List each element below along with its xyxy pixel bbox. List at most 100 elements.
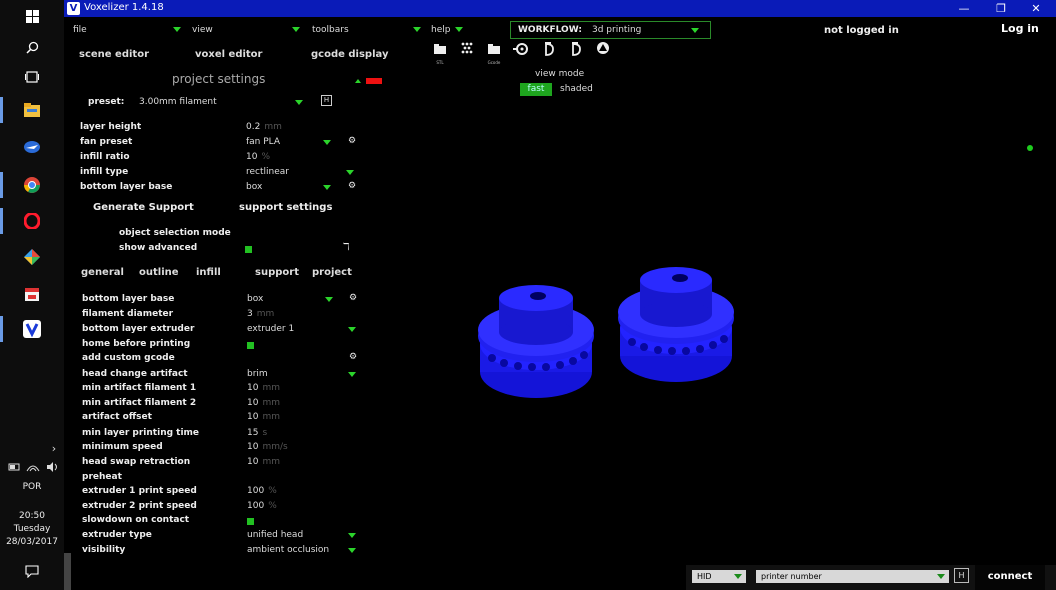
file-explorer-icon[interactable] bbox=[22, 100, 42, 120]
setting-value[interactable]: 10 mm bbox=[247, 383, 280, 393]
notification-icon[interactable] bbox=[22, 561, 42, 581]
view-mode-shaded-button[interactable]: shaded bbox=[560, 84, 593, 94]
gcode-import-icon[interactable]: Gcode bbox=[485, 42, 503, 65]
print-head-icon[interactable] bbox=[567, 42, 585, 60]
chrome-icon[interactable] bbox=[22, 175, 42, 195]
menu-view[interactable]: view bbox=[192, 25, 213, 35]
setting-value[interactable]: 10 mm bbox=[247, 412, 280, 422]
home-before-printing-checkbox[interactable] bbox=[247, 342, 254, 349]
connect-button[interactable]: connect bbox=[975, 565, 1045, 590]
voxelizer-taskbar-icon[interactable] bbox=[22, 319, 42, 339]
chevron-down-icon[interactable] bbox=[348, 548, 356, 553]
object-selection-mode-label[interactable]: object selection mode bbox=[119, 228, 231, 238]
view-mode-fast-button[interactable]: fast bbox=[520, 83, 552, 96]
setting-value[interactable]: extruder 1 bbox=[247, 324, 294, 334]
chevron-down-icon[interactable] bbox=[323, 185, 331, 190]
show-advanced-checkbox[interactable] bbox=[245, 246, 252, 253]
pin-icon[interactable]: ℸ bbox=[343, 242, 349, 253]
chevron-down-icon[interactable] bbox=[346, 170, 354, 175]
opera-icon[interactable] bbox=[22, 211, 42, 231]
shape-icon[interactable] bbox=[594, 42, 612, 60]
setting-value[interactable]: 15 s bbox=[247, 428, 267, 438]
tab-support[interactable]: support bbox=[255, 267, 299, 278]
tab-scene-editor[interactable]: scene editor bbox=[79, 49, 149, 60]
stl-import-icon[interactable]: STL bbox=[431, 42, 449, 65]
setting-value[interactable]: 3 mm bbox=[247, 309, 274, 319]
setting-value[interactable]: ambient occlusion bbox=[247, 545, 329, 555]
setting-value[interactable]: box bbox=[247, 294, 263, 304]
tab-infill[interactable]: infill bbox=[196, 267, 221, 278]
chevron-down-icon[interactable] bbox=[348, 533, 356, 538]
chevron-right-icon[interactable]: › bbox=[44, 438, 64, 458]
setting-value[interactable]: rectlinear bbox=[246, 167, 289, 177]
setting-value[interactable]: 10% bbox=[246, 152, 270, 162]
chevron-down-icon[interactable] bbox=[348, 372, 356, 377]
calendar-app-icon[interactable] bbox=[22, 284, 42, 304]
chevron-down-icon[interactable] bbox=[325, 297, 333, 302]
print-head-icon[interactable] bbox=[540, 42, 558, 60]
setting-label: fan preset bbox=[80, 137, 133, 147]
login-button[interactable]: Log in bbox=[1001, 22, 1039, 35]
setting-value[interactable]: 10 mm bbox=[247, 457, 280, 467]
support-settings-button[interactable]: support settings bbox=[239, 202, 332, 213]
search-icon[interactable] bbox=[22, 37, 42, 57]
setting-value[interactable]: 100% bbox=[247, 501, 277, 511]
save-connection-icon[interactable]: H bbox=[954, 568, 969, 583]
gear-icon[interactable]: ⚙ bbox=[349, 352, 357, 362]
setting-value[interactable]: brim bbox=[247, 369, 268, 379]
airplane-app-icon[interactable] bbox=[22, 137, 42, 157]
viewport-3d-models[interactable] bbox=[474, 262, 804, 432]
restore-icon[interactable]: ❐ bbox=[984, 0, 1018, 17]
system-tray-icons[interactable] bbox=[6, 457, 62, 477]
setting-value[interactable]: 0.2 mm bbox=[246, 122, 282, 132]
slowdown-on-contact-checkbox[interactable] bbox=[247, 518, 254, 525]
tab-general[interactable]: general bbox=[81, 267, 124, 278]
setting-label: extruder 1 print speed bbox=[82, 486, 197, 496]
chevron-down-icon[interactable] bbox=[455, 27, 463, 32]
rotate-icon[interactable] bbox=[512, 42, 530, 60]
printer-number-select[interactable]: printer number bbox=[756, 570, 949, 583]
app-diamond-icon[interactable] bbox=[22, 247, 42, 267]
tab-gcode-display[interactable]: gcode display bbox=[311, 49, 388, 60]
tab-outline[interactable]: outline bbox=[139, 267, 179, 278]
collapse-icon[interactable] bbox=[355, 79, 361, 83]
tab-voxel-editor[interactable]: voxel editor bbox=[195, 49, 262, 60]
setting-value[interactable]: box bbox=[246, 182, 262, 192]
chevron-down-icon[interactable] bbox=[173, 27, 181, 32]
task-view-icon[interactable] bbox=[22, 67, 42, 87]
connection-bar: HID printer number H connect bbox=[686, 565, 1056, 590]
port-select[interactable]: HID bbox=[692, 570, 746, 583]
gear-model-left bbox=[478, 285, 594, 398]
chevron-down-icon[interactable] bbox=[413, 27, 421, 32]
pattern-icon[interactable] bbox=[458, 42, 476, 60]
generate-support-button[interactable]: Generate Support bbox=[93, 202, 194, 213]
close-icon[interactable]: ✕ bbox=[1019, 0, 1053, 17]
chevron-down-icon[interactable] bbox=[292, 27, 300, 32]
setting-value[interactable]: 10 mm/s bbox=[247, 442, 288, 452]
panel-scrollbar[interactable] bbox=[64, 553, 71, 590]
setting-value[interactable]: fan PLA bbox=[246, 137, 280, 147]
tab-project[interactable]: project bbox=[312, 267, 352, 278]
chevron-down-icon[interactable] bbox=[295, 100, 303, 105]
setting-value[interactable]: 10 mm bbox=[247, 398, 280, 408]
windows-start-icon[interactable] bbox=[22, 6, 42, 26]
close-panel-button[interactable] bbox=[366, 78, 382, 84]
setting-value[interactable]: unified head bbox=[247, 530, 303, 540]
menu-file[interactable]: file bbox=[73, 25, 87, 35]
menu-toolbars[interactable]: toolbars bbox=[312, 25, 349, 35]
gear-icon[interactable]: ⚙ bbox=[348, 136, 356, 146]
chevron-down-icon[interactable] bbox=[348, 327, 356, 332]
minimize-icon[interactable]: — bbox=[947, 0, 981, 17]
gear-icon[interactable]: ⚙ bbox=[349, 293, 357, 303]
setting-value[interactable]: 100% bbox=[247, 486, 277, 496]
workflow-select[interactable]: WORKFLOW: 3d printing bbox=[510, 21, 711, 39]
chevron-down-icon[interactable] bbox=[323, 140, 331, 145]
language-indicator[interactable]: POR bbox=[0, 481, 64, 494]
setting-label: layer height bbox=[80, 122, 142, 132]
clock-time[interactable]: 20:50 bbox=[0, 510, 64, 523]
menu-help[interactable]: help bbox=[431, 25, 450, 35]
gear-icon[interactable]: ⚙ bbox=[348, 181, 356, 191]
preset-select[interactable]: 3.00mm filament bbox=[139, 97, 217, 107]
save-preset-icon[interactable]: H bbox=[321, 95, 332, 106]
setting-label: bottom layer base bbox=[80, 182, 173, 192]
